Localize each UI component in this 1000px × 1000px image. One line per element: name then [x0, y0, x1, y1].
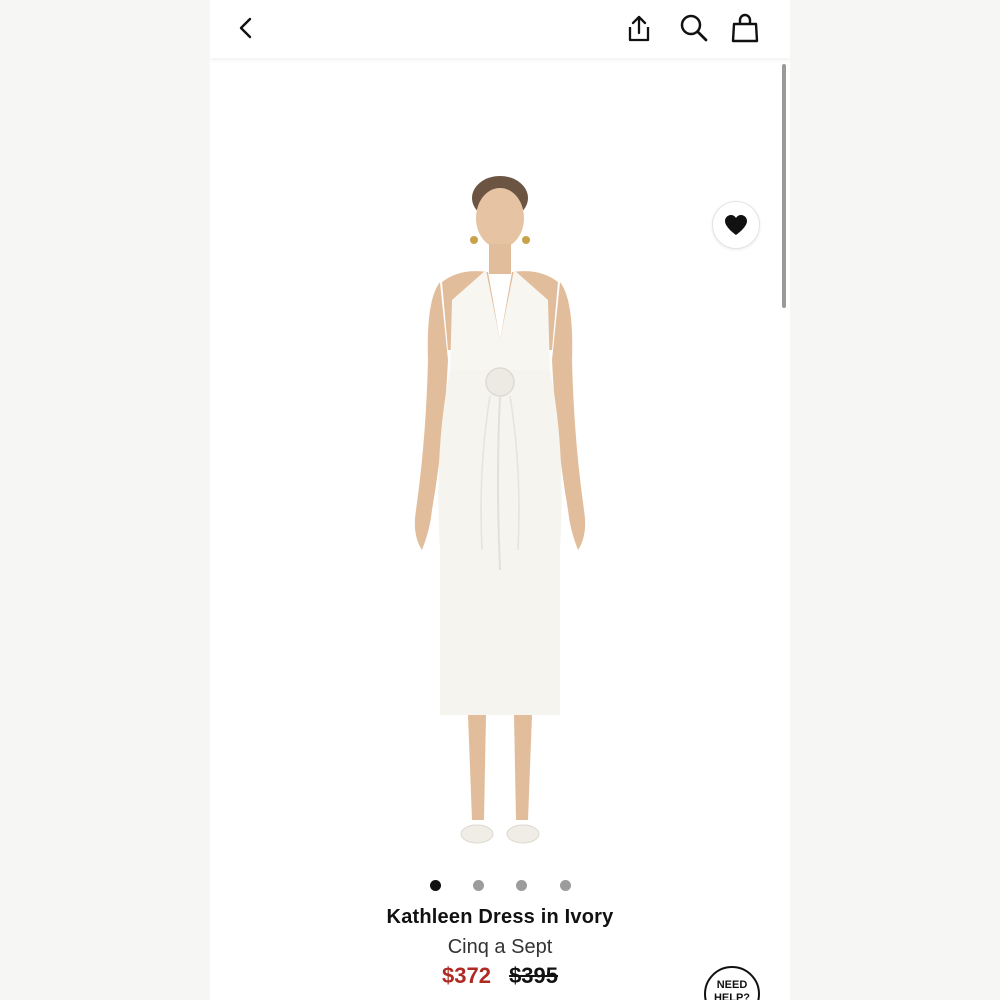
carousel-dot-4[interactable]: [560, 880, 571, 891]
carousel-dot-3[interactable]: [516, 880, 527, 891]
original-price: $395: [509, 963, 559, 988]
favorite-button[interactable]: [712, 201, 760, 249]
price-block: $372 $395: [210, 963, 790, 989]
top-navigation-bar: [210, 0, 790, 58]
product-title: Kathleen Dress in Ivory: [386, 906, 614, 928]
product-image[interactable]: [360, 150, 640, 870]
app-screen: Kathleen Dress in Ivory Cinq a Sept $372…: [210, 0, 790, 1000]
background-left: [0, 0, 210, 1000]
shopping-bag-icon[interactable]: [730, 12, 760, 44]
share-icon[interactable]: [624, 13, 654, 45]
background-right: [790, 0, 1000, 1000]
product-brand[interactable]: Cinq a Sept: [210, 936, 790, 959]
search-icon[interactable]: [678, 12, 710, 44]
heart-icon: [725, 215, 747, 235]
scrollbar[interactable]: [782, 64, 786, 308]
sale-price: $372: [441, 963, 491, 988]
carousel-dot-1[interactable]: [430, 880, 441, 891]
carousel-dot-2[interactable]: [473, 880, 484, 891]
chevron-left-icon[interactable]: [234, 14, 258, 42]
image-carousel-indicator: [430, 880, 571, 892]
